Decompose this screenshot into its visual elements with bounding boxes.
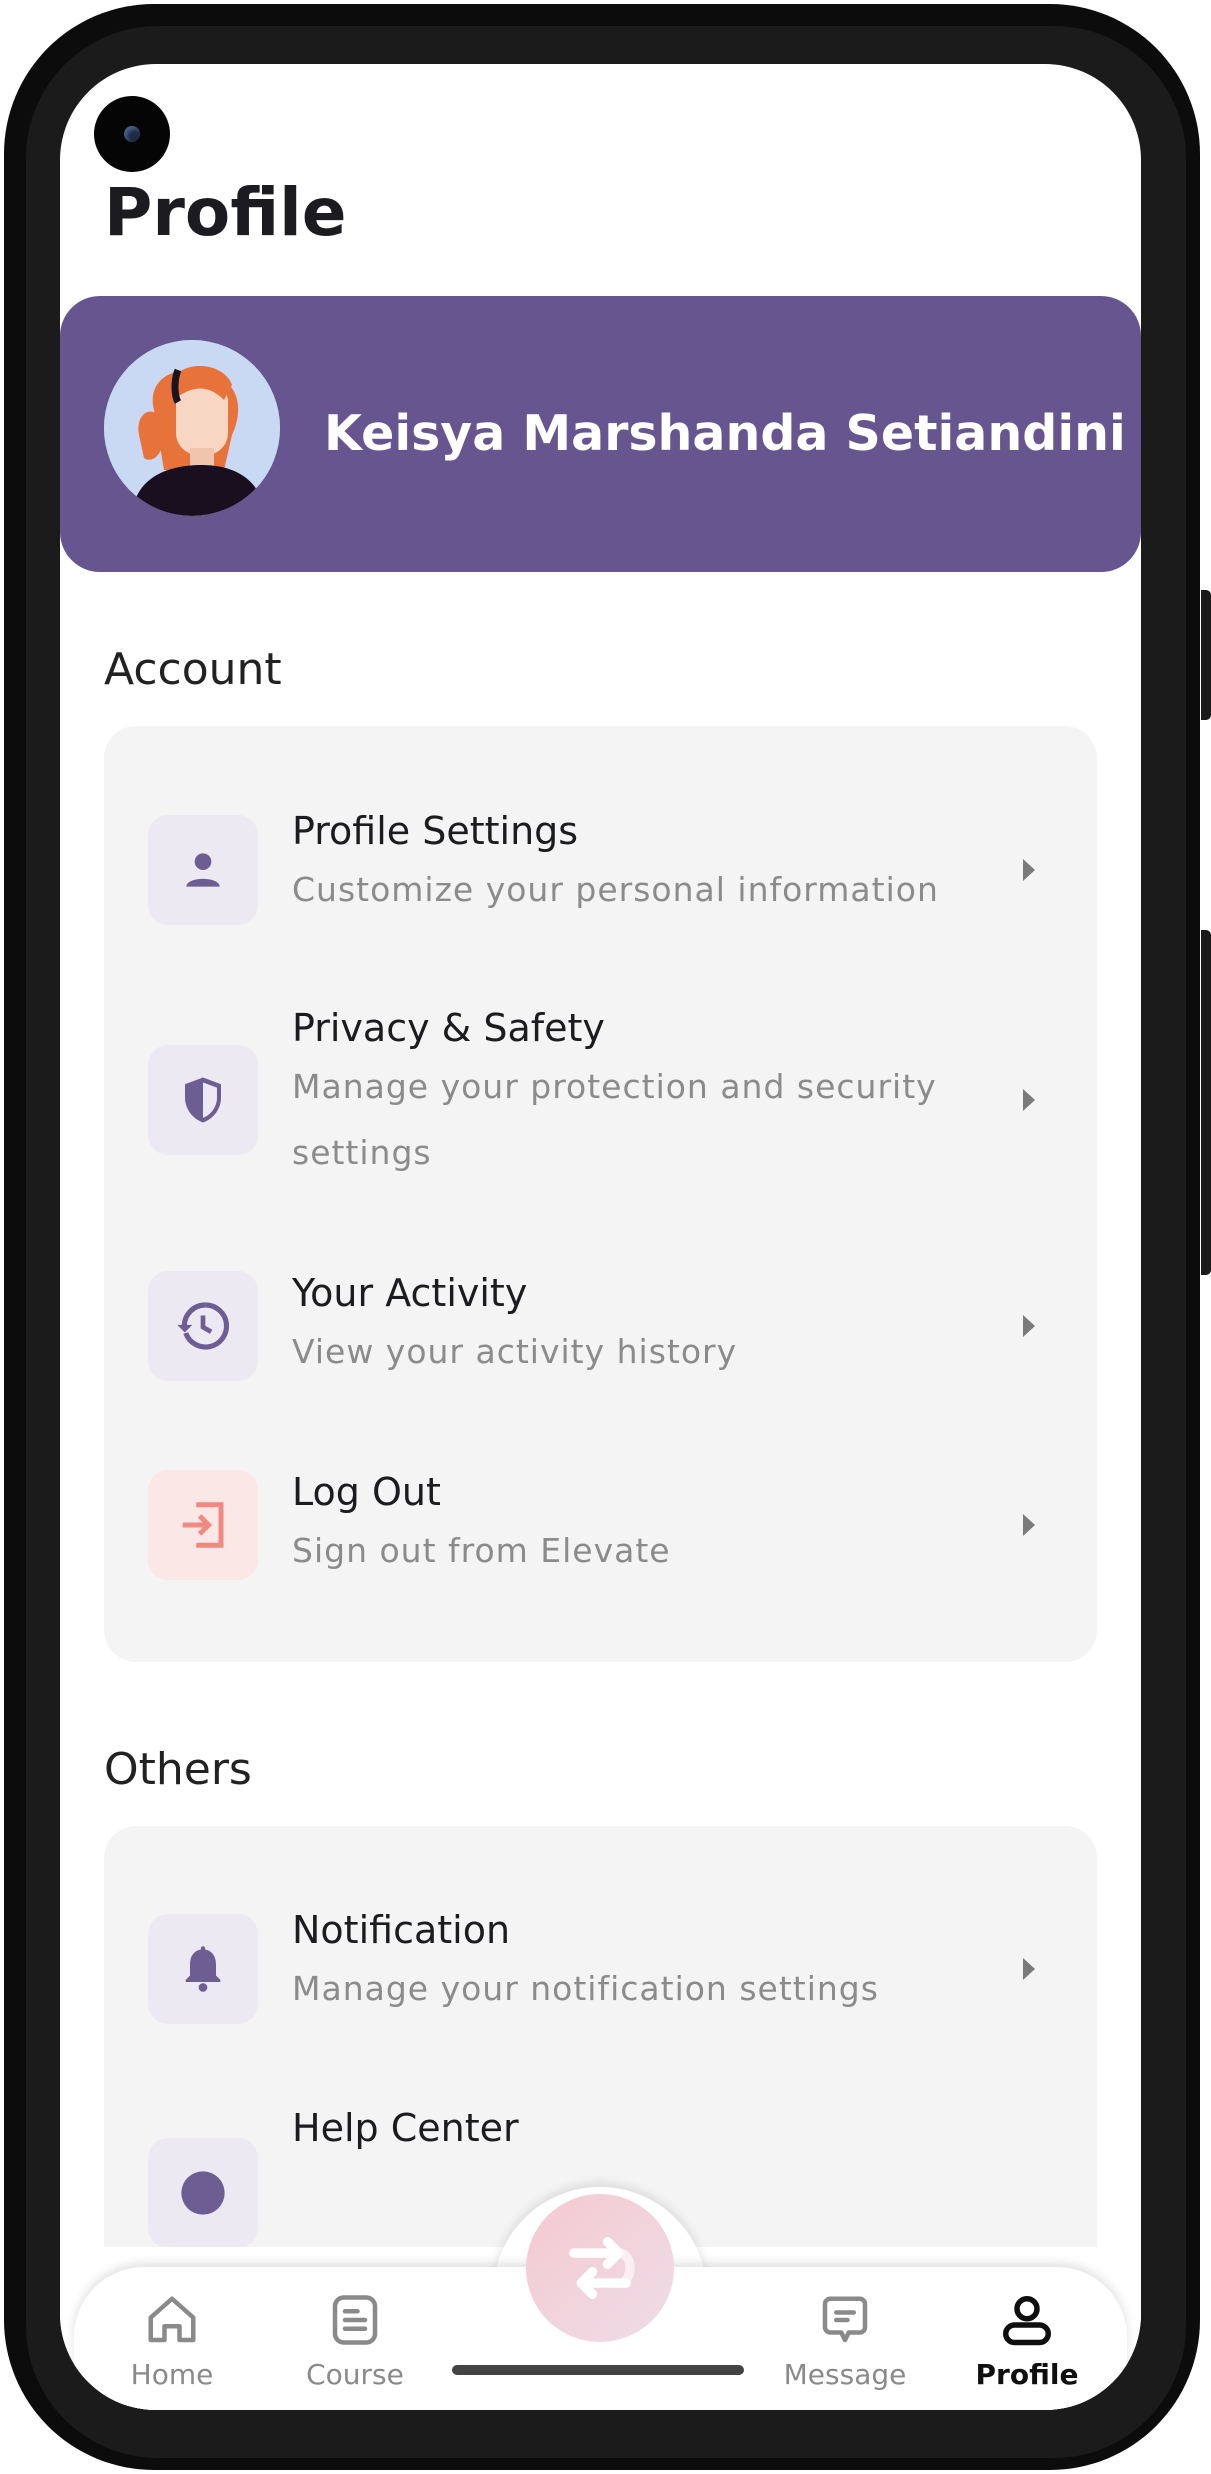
- chevron-right-icon: [1023, 1514, 1035, 1536]
- nav-label: Home: [130, 2358, 214, 2391]
- page-title: Profile: [104, 174, 347, 251]
- menu-item-title: Notification: [292, 1908, 511, 1952]
- power-button: [1201, 590, 1211, 720]
- menu-item-profile-settings[interactable]: Profile Settings Customize your personal…: [104, 726, 1097, 956]
- menu-item-subtitle: View your activity history: [292, 1332, 738, 1371]
- help-icon: [148, 2138, 258, 2248]
- menu-item-title: Log Out: [292, 1470, 441, 1514]
- nav-label: Course: [306, 2358, 404, 2391]
- screen: Profile Keisya Marshanda Setiandini Acco…: [60, 64, 1141, 2410]
- menu-item-notification[interactable]: Notification Manage your notification se…: [104, 1826, 1097, 2056]
- profile-icon: [1003, 2296, 1051, 2346]
- center-action-button[interactable]: [526, 2194, 674, 2342]
- person-icon: [148, 815, 258, 925]
- menu-item-title: Help Center: [292, 2106, 519, 2150]
- home-icon: [148, 2296, 196, 2343]
- nav-label: Message: [783, 2358, 907, 2391]
- profile-card[interactable]: Keisya Marshanda Setiandini: [60, 296, 1141, 572]
- user-name: Keisya Marshanda Setiandini: [324, 405, 1126, 462]
- swap-icon: [569, 2237, 635, 2299]
- home-indicator[interactable]: [452, 2365, 744, 2375]
- menu-item-your-activity[interactable]: Your Activity View your activity history: [104, 1226, 1097, 1426]
- course-icon: [332, 2295, 378, 2345]
- section-label-account: Account: [104, 644, 282, 695]
- menu-item-log-out[interactable]: Log Out Sign out from Elevate: [104, 1426, 1097, 1626]
- menu-item-subtitle: Customize your personal information: [292, 870, 939, 909]
- menu-item-subtitle: Sign out from Elevate: [292, 1531, 671, 1570]
- nav-item-message[interactable]: Message: [745, 2274, 945, 2404]
- chevron-right-icon: [1023, 1315, 1035, 1337]
- section-label-others: Others: [104, 1744, 252, 1795]
- chevron-right-icon: [1023, 1958, 1035, 1980]
- chevron-right-icon: [1023, 1089, 1035, 1111]
- menu-item-title: Privacy & Safety: [292, 1006, 605, 1050]
- chevron-right-icon: [1023, 859, 1035, 881]
- nav-item-home[interactable]: Home: [72, 2274, 272, 2404]
- menu-item-privacy-safety[interactable]: Privacy & Safety Manage your protection …: [104, 956, 1097, 1226]
- nav-item-course[interactable]: Course: [255, 2274, 455, 2404]
- account-group: Profile Settings Customize your personal…: [104, 726, 1097, 1662]
- avatar: [104, 340, 280, 516]
- logout-icon: [148, 1470, 258, 1580]
- volume-button: [1201, 930, 1211, 1275]
- menu-item-title: Your Activity: [292, 1271, 528, 1315]
- camera-icon: [94, 96, 170, 172]
- history-icon: [148, 1271, 258, 1381]
- nav-label: Profile: [975, 2358, 1079, 2391]
- menu-item-subtitle: Manage your protection and security sett…: [292, 1067, 937, 1172]
- nav-item-profile[interactable]: Profile: [927, 2274, 1127, 2404]
- shield-icon: [148, 1045, 258, 1155]
- phone-device: Profile Keisya Marshanda Setiandini Acco…: [0, 0, 1211, 2474]
- menu-item-subtitle: Manage your notification settings: [292, 1969, 879, 2008]
- bell-icon: [148, 1914, 258, 2024]
- message-icon: [822, 2296, 868, 2343]
- menu-item-title: Profile Settings: [292, 809, 579, 853]
